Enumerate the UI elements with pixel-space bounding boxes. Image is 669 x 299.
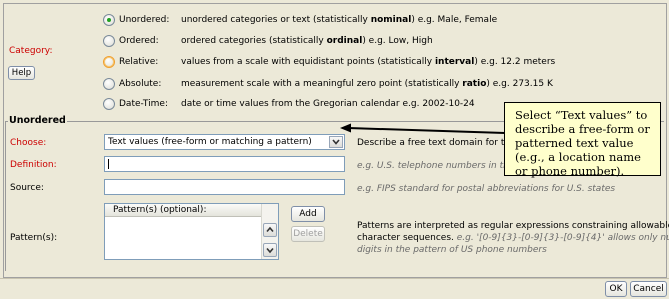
ok-button[interactable]: OK — [605, 281, 627, 297]
definition-field[interactable] — [104, 156, 345, 172]
scroll-up-icon[interactable] — [263, 223, 277, 237]
choose-select-value: Text values (free-form or matching a pat… — [108, 137, 312, 147]
date-time-radio[interactable] — [103, 98, 115, 110]
source-field[interactable] — [104, 179, 345, 195]
section-border-left — [5, 121, 6, 271]
relative-option-description: values from a scale with equidistant poi… — [181, 57, 556, 67]
help-button[interactable]: Help — [8, 66, 35, 80]
patterns-hint-line3: digits in the pattern of US phone number… — [357, 245, 547, 255]
ordered-radio[interactable] — [103, 35, 115, 47]
section-title: Unordered — [8, 115, 67, 127]
chevron-down-icon[interactable] — [329, 136, 343, 148]
definition-label: Definition: — [10, 160, 57, 170]
choose-label: Choose: — [10, 138, 47, 148]
ordered-option-label: Ordered: — [119, 36, 159, 46]
relative-option-label: Relative: — [119, 57, 159, 67]
patterns-list[interactable]: Pattern(s) (optional): — [104, 203, 279, 260]
source-label: Source: — [10, 183, 44, 193]
date-time-option-label: Date-Time: — [119, 99, 168, 109]
patterns-scrollbar[interactable] — [261, 204, 278, 259]
choose-select[interactable]: Text values (free-form or matching a pat… — [104, 134, 345, 150]
patterns-hint-line1: Patterns are interpreted as regular expr… — [357, 221, 669, 231]
scroll-down-icon[interactable] — [263, 243, 277, 257]
patterns-label: Pattern(s): — [10, 233, 58, 243]
patterns-list-header: Pattern(s) (optional): — [105, 204, 262, 217]
choose-hint: Describe a free text domain for the — [357, 138, 516, 148]
text-cursor — [108, 159, 109, 169]
delete-pattern-button[interactable]: Delete — [291, 226, 325, 242]
absolute-option-label: Absolute: — [119, 79, 162, 89]
patterns-hint-line2: character sequences. e.g. '[0-9]{3}-[0-9… — [357, 233, 669, 243]
category-label: Category: — [9, 46, 53, 56]
ordered-option-description: ordered categories (statistically ordina… — [181, 36, 433, 46]
date-time-option-description: date or time values from the Gregorian c… — [181, 99, 475, 109]
source-hint: e.g. FIPS standard for postal abbreviati… — [357, 184, 616, 194]
unordered-radio[interactable] — [103, 14, 115, 26]
absolute-radio[interactable] — [103, 78, 115, 90]
patterns-list-header-label: Pattern(s) (optional): — [113, 205, 207, 215]
definition-hint: e.g. U.S. telephone numbers in the — [357, 161, 515, 171]
relative-radio[interactable] — [103, 56, 115, 68]
add-pattern-button[interactable]: Add — [291, 206, 325, 222]
callout-note: Select “Text values” to describe a free-… — [504, 102, 661, 178]
unordered-option-description: unordered categories or text (statistica… — [181, 15, 498, 25]
footer-divider — [0, 278, 669, 279]
callout-text: Select “Text values” to describe a free-… — [515, 108, 650, 178]
absolute-option-description: measurement scale with a meaningful zero… — [181, 79, 553, 89]
cancel-button[interactable]: Cancel — [630, 281, 667, 297]
unordered-option-label: Unordered: — [119, 15, 170, 25]
